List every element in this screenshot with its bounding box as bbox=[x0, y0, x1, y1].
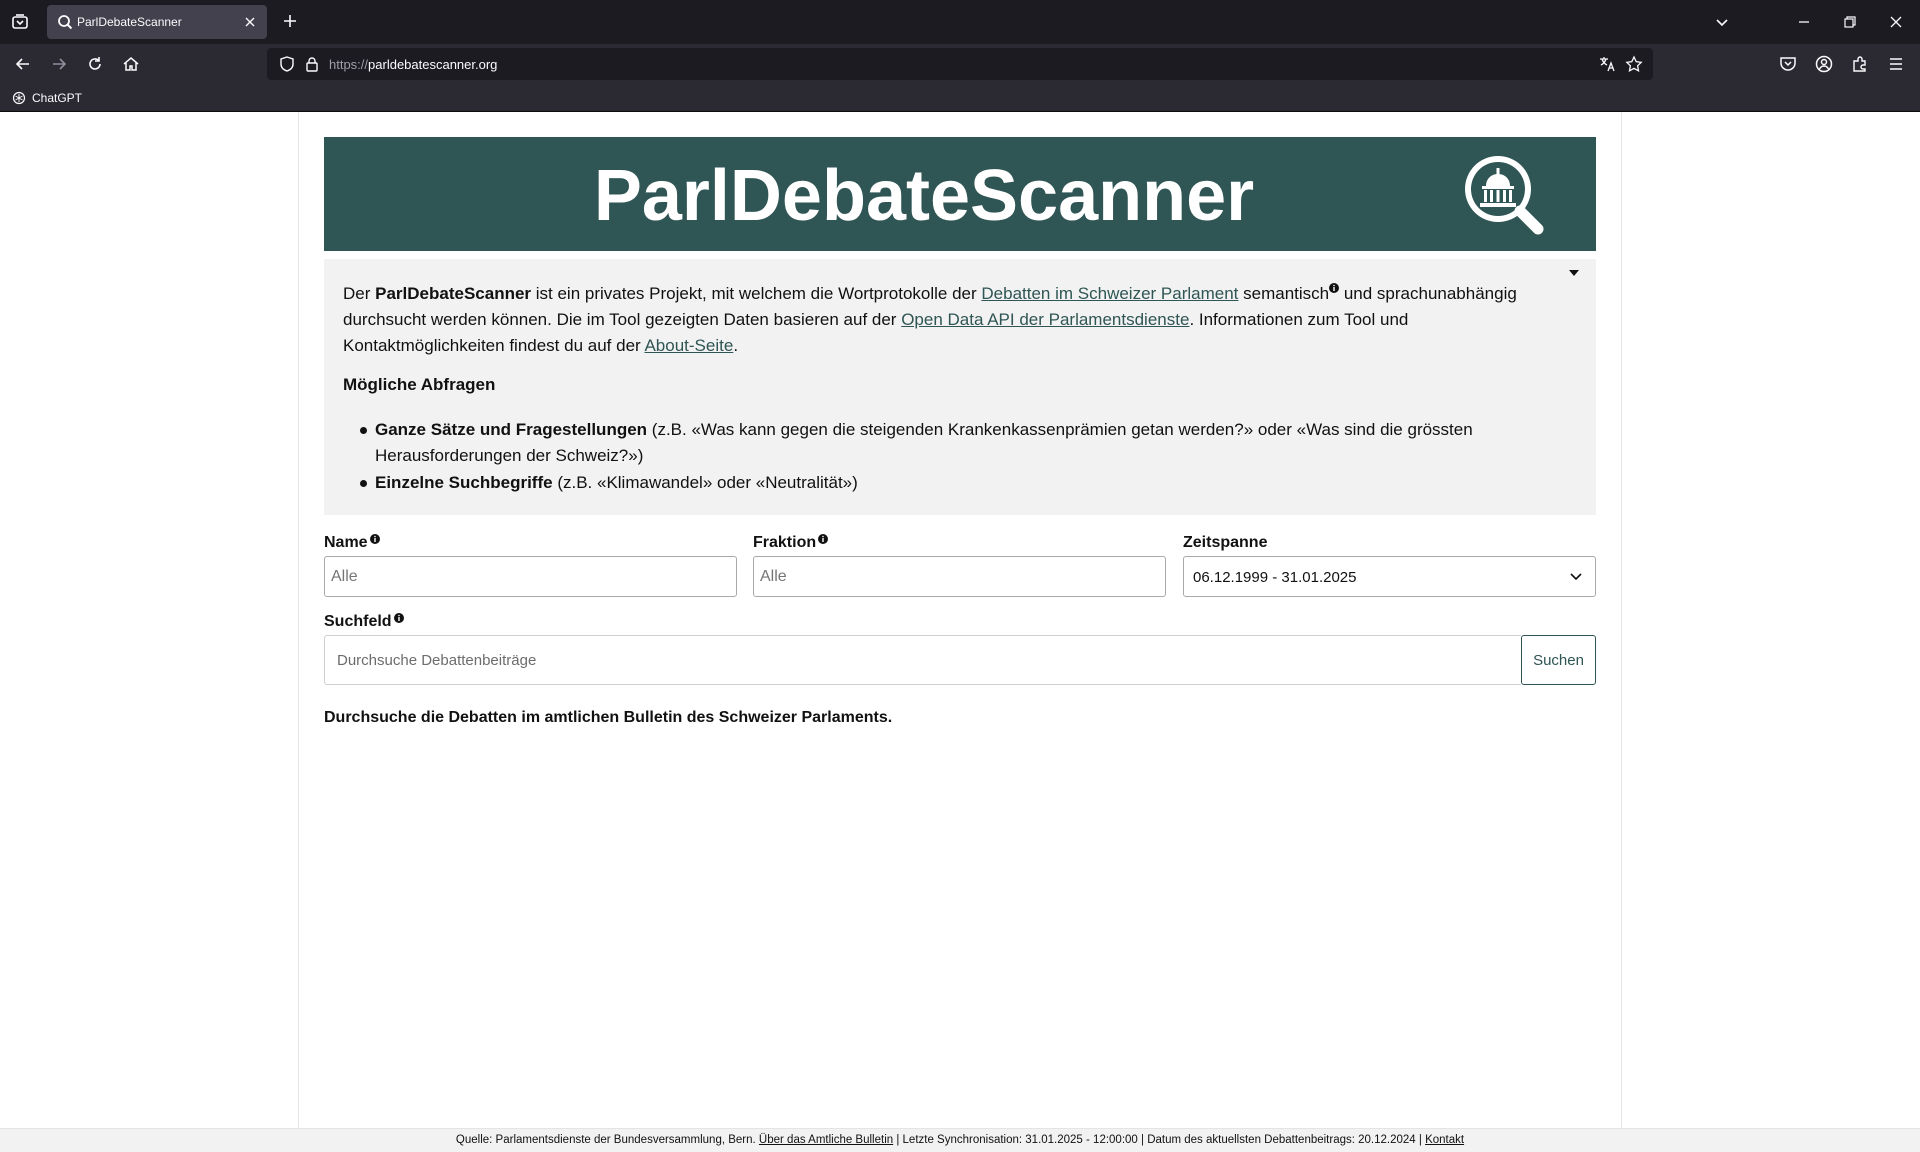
search-button-label: Suchen bbox=[1533, 652, 1584, 669]
reload-icon[interactable] bbox=[85, 54, 105, 74]
main-container: ParlDebateScanner Der ParlDebateScanner … bbox=[298, 112, 1622, 1128]
name-placeholder: Alle bbox=[331, 568, 358, 585]
translate-icon[interactable] bbox=[1598, 55, 1616, 73]
chatgpt-logo-icon bbox=[12, 91, 26, 105]
info-icon[interactable] bbox=[393, 613, 404, 623]
link-debatten[interactable]: Debatten im Schweizer Parlament bbox=[981, 284, 1238, 303]
tab-title: ParlDebateScanner bbox=[77, 15, 182, 29]
fraktion-placeholder: Alle bbox=[760, 568, 787, 585]
name-input[interactable]: Alle bbox=[324, 556, 737, 597]
list-item-text: (z.B. «Klimawandel» oder «Neutralität») bbox=[552, 473, 858, 492]
magnifier-favicon-icon bbox=[57, 14, 73, 30]
url-scheme: https:// bbox=[329, 57, 369, 72]
plus-icon[interactable] bbox=[281, 12, 299, 30]
list-item: Einzelne Suchbegriffe (z.B. «Klimawandel… bbox=[360, 470, 1575, 496]
restore-icon[interactable] bbox=[1840, 12, 1860, 32]
intro-paragraph: Der ParlDebateScanner ist ein privates P… bbox=[343, 281, 1573, 359]
footer-source: Quelle: Parlamentsdienste der Bundesvers… bbox=[455, 1134, 759, 1146]
bookmark-chatgpt[interactable]: ChatGPT bbox=[12, 90, 82, 106]
intro-panel: Der ParlDebateScanner ist ein privates P… bbox=[324, 259, 1596, 515]
url-text[interactable]: https://parldebatescanner.org bbox=[329, 57, 497, 72]
star-bookmark-icon[interactable] bbox=[1625, 55, 1643, 73]
zeitspanne-label: Zeitspanne bbox=[1183, 534, 1267, 552]
name-label: Name bbox=[324, 534, 380, 552]
browser-nav-bar: https://parldebatescanner.org bbox=[0, 44, 1920, 84]
intro-text-part: Der bbox=[343, 284, 376, 303]
parliament-magnifier-logo-icon bbox=[1458, 149, 1550, 241]
list-item-bold: Ganze Sätze und Fragestellungen bbox=[375, 420, 648, 439]
search-input[interactable]: Durchsuche Debattenbeiträge bbox=[324, 635, 1521, 685]
intro-text-part: . bbox=[733, 336, 739, 355]
bookmarks-bar: ChatGPT bbox=[0, 84, 1920, 112]
browser-tab-bar: ParlDebateScanner bbox=[0, 0, 1920, 44]
chevron-down-icon bbox=[1569, 572, 1583, 582]
list-item: Ganze Sätze und Fragestellungen (z.B. «W… bbox=[360, 417, 1575, 469]
back-arrow-icon[interactable] bbox=[13, 54, 33, 74]
url-host: parldebatescanner.org bbox=[368, 57, 498, 72]
link-open-data-api[interactable]: Open Data API der Parlamentsdienste bbox=[901, 310, 1189, 329]
search-button[interactable]: Suchen bbox=[1521, 635, 1596, 685]
collapse-caret-icon[interactable] bbox=[1568, 269, 1580, 277]
suchfeld-label: Suchfeld bbox=[324, 613, 404, 631]
fraktion-label-text: Fraktion bbox=[753, 534, 817, 551]
queries-list: Ganze Sätze und Fragestellungen (z.B. «W… bbox=[360, 417, 1575, 497]
close-icon[interactable] bbox=[243, 15, 257, 29]
minimize-icon[interactable] bbox=[1794, 12, 1814, 32]
extensions-icon[interactable] bbox=[1850, 54, 1870, 74]
list-item-bold: Einzelne Suchbegriffe bbox=[375, 473, 553, 492]
browser-tab-active[interactable]: ParlDebateScanner bbox=[47, 5, 267, 39]
header-banner: ParlDebateScanner bbox=[324, 137, 1596, 251]
site-title: ParlDebateScanner bbox=[593, 156, 1255, 236]
zeitspanne-select[interactable]: 06.12.1999 - 31.01.2025 bbox=[1183, 556, 1596, 597]
page: ParlDebateScanner Der ParlDebateScanner … bbox=[0, 112, 1920, 1152]
menu-icon[interactable] bbox=[1886, 54, 1906, 74]
account-icon[interactable] bbox=[1814, 54, 1834, 74]
zeitspanne-value: 06.12.1999 - 31.01.2025 bbox=[1193, 569, 1357, 586]
footer: Quelle: Parlamentsdienste der Bundesvers… bbox=[0, 1128, 1920, 1152]
shield-icon[interactable] bbox=[278, 55, 296, 73]
forward-arrow-icon[interactable] bbox=[49, 54, 69, 74]
pocket-icon[interactable] bbox=[1778, 54, 1798, 74]
link-amtliches-bulletin[interactable]: Über das Amtliche Bulletin bbox=[759, 1134, 893, 1146]
url-bar[interactable]: https://parldebatescanner.org bbox=[267, 48, 1653, 80]
queries-heading: Mögliche Abfragen bbox=[343, 375, 496, 394]
intro-brand: ParlDebateScanner bbox=[375, 284, 532, 303]
intro-text-part: semantisch bbox=[1238, 284, 1330, 303]
name-label-text: Name bbox=[324, 534, 368, 551]
bookmark-label: ChatGPT bbox=[32, 91, 83, 105]
zeitspanne-label-text: Zeitspanne bbox=[1183, 534, 1268, 551]
link-kontakt[interactable]: Kontakt bbox=[1425, 1134, 1464, 1146]
info-icon[interactable] bbox=[1329, 283, 1340, 293]
intro-text-part: ist ein privates Projekt, mit welchem di… bbox=[531, 284, 982, 303]
tagline: Durchsuche die Debatten im amtlichen Bul… bbox=[324, 709, 893, 726]
chevron-down-icon[interactable] bbox=[1712, 12, 1732, 32]
tab-list-icon[interactable] bbox=[8, 10, 32, 34]
info-icon[interactable] bbox=[369, 534, 380, 544]
search-placeholder: Durchsuche Debattenbeiträge bbox=[337, 652, 537, 669]
home-icon[interactable] bbox=[121, 54, 141, 74]
info-icon[interactable] bbox=[818, 534, 829, 544]
window-close-icon[interactable] bbox=[1886, 12, 1906, 32]
suchfeld-label-text: Suchfeld bbox=[324, 613, 392, 630]
fraktion-label: Fraktion bbox=[753, 534, 829, 552]
lock-icon[interactable] bbox=[303, 55, 321, 73]
fraktion-input[interactable]: Alle bbox=[753, 556, 1166, 597]
footer-sync-info: | Letzte Synchronisation: 31.01.2025 - 1… bbox=[893, 1134, 1426, 1146]
link-about[interactable]: About-Seite bbox=[644, 336, 733, 355]
